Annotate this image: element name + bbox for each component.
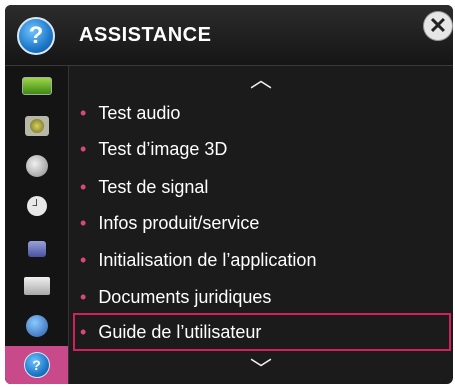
assistance-panel: ? ASSISTANCE ✕ ┘ ? ︿ • Test audio • Test…	[5, 5, 453, 384]
bullet-icon: •	[80, 176, 87, 197]
category-sidebar: ┘ ?	[5, 66, 69, 384]
panel-title: ASSISTANCE	[79, 24, 212, 46]
satellite-dish-icon	[25, 155, 48, 177]
bullet-icon: •	[80, 321, 87, 342]
clock-icon: ┘	[26, 196, 47, 216]
globe-icon	[25, 315, 48, 337]
sidebar-item-lock[interactable]	[5, 226, 68, 266]
toolbox-icon	[23, 277, 50, 295]
menu-item-3d-test[interactable]: • Test d’image 3D	[80, 132, 440, 166]
menu-item-label: Documents juridiques	[98, 286, 272, 307]
bullet-icon: •	[80, 249, 87, 270]
scroll-up-icon[interactable]: ︿	[246, 69, 276, 91]
help-icon: ?	[17, 17, 55, 55]
sidebar-item-time[interactable]: ┘	[5, 186, 68, 226]
menu-item-user-guide[interactable]: • Guide de l’utilisateur	[73, 313, 451, 351]
bullet-icon: •	[80, 102, 87, 123]
speaker-icon	[24, 116, 49, 136]
tv-icon	[21, 77, 52, 95]
menu-item-label: Infos produit/service	[98, 212, 260, 233]
scroll-down-icon[interactable]: ﹀	[246, 359, 276, 381]
menu-item-legal-docs[interactable]: • Documents juridiques	[80, 280, 440, 314]
sidebar-item-options[interactable]	[5, 266, 68, 306]
sidebar-item-support[interactable]: ?	[5, 346, 68, 384]
sidebar-item-audio[interactable]	[5, 106, 68, 146]
assistance-menu: ︿ • Test audio • Test d’image 3D • Test …	[68, 66, 453, 384]
menu-item-label: Test audio	[98, 102, 181, 123]
bullet-icon: •	[80, 138, 87, 159]
lock-icon	[27, 241, 46, 257]
bullet-icon: •	[80, 286, 87, 307]
close-button[interactable]: ✕	[424, 12, 452, 40]
bullet-icon: •	[80, 212, 87, 233]
menu-item-app-reset[interactable]: • Initialisation de l’application	[80, 243, 440, 277]
help-icon: ?	[23, 352, 50, 378]
menu-item-label: Initialisation de l’application	[98, 249, 317, 270]
menu-item-label: Test d’image 3D	[98, 138, 228, 159]
menu-item-audio-test[interactable]: • Test audio	[80, 96, 440, 130]
menu-item-label: Test de signal	[98, 176, 209, 197]
menu-item-signal-test[interactable]: • Test de signal	[80, 170, 440, 204]
sidebar-item-network[interactable]	[5, 306, 68, 346]
menu-item-label: Guide de l’utilisateur	[98, 321, 262, 342]
sidebar-item-channels[interactable]	[5, 146, 68, 186]
sidebar-item-picture[interactable]	[5, 66, 68, 106]
panel-header: ? ASSISTANCE ✕	[5, 5, 453, 66]
menu-item-product-info[interactable]: • Infos produit/service	[80, 206, 440, 240]
